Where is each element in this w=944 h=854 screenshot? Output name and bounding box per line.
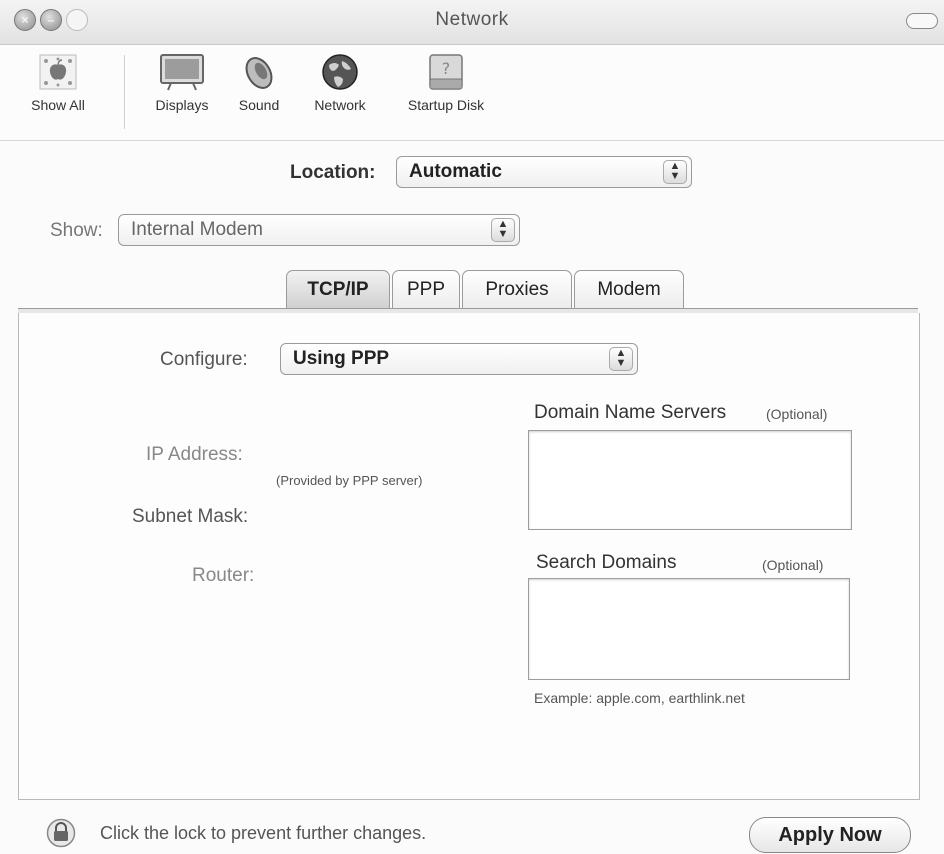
toolbar-show-all[interactable]: Show All (4, 53, 112, 113)
show-popup[interactable]: Internal Modem ▲ ▼ (118, 214, 520, 246)
toolbar-separator (124, 55, 125, 129)
globe-icon (320, 53, 360, 91)
speaker-icon (239, 53, 279, 91)
router-label: Router: (192, 565, 255, 586)
tab-ppp[interactable]: PPP (392, 270, 460, 309)
location-value: Automatic (409, 161, 502, 182)
search-domains-example: Example: apple.com, earthlink.net (534, 690, 745, 706)
configure-label: Configure: (160, 349, 248, 370)
provided-by-ppp-note: (Provided by PPP server) (276, 473, 423, 488)
apply-now-button[interactable]: Apply Now (749, 817, 911, 853)
toolbar-displays[interactable]: Displays (140, 53, 224, 113)
toolbar-label: Network (314, 97, 366, 113)
chevron-updown-icon: ▲ ▼ (663, 160, 687, 184)
display-icon (157, 53, 207, 91)
toolbar-label: Sound (238, 97, 280, 113)
show-value: Internal Modem (131, 219, 264, 240)
chevron-updown-icon: ▲ ▼ (491, 218, 515, 242)
search-domains-field[interactable] (528, 578, 850, 680)
search-domains-label: Search Domains (536, 552, 677, 573)
toolbar-label: Startup Disk (407, 97, 485, 113)
title-bar: × – Network (0, 0, 944, 45)
dns-label: Domain Name Servers (534, 402, 727, 423)
location-label: Location: (290, 162, 376, 183)
dns-servers-field[interactable] (528, 430, 852, 530)
tab-tcpip[interactable]: TCP/IP (286, 270, 390, 309)
lock-icon (46, 818, 76, 848)
apple-grid-icon (38, 53, 78, 91)
toolbar-label: Displays (155, 97, 209, 113)
toolbar-toggle-button[interactable] (906, 13, 938, 29)
toolbar-startup-disk[interactable]: ? Startup Disk (388, 53, 504, 113)
ip-address-label: IP Address: (146, 444, 243, 465)
dns-optional: (Optional) (766, 406, 828, 422)
window-title: Network (435, 9, 509, 30)
show-label: Show: (50, 220, 103, 241)
disk-icon: ? (424, 53, 468, 91)
configure-value: Using PPP (293, 348, 390, 369)
toolbar-network[interactable]: Network (298, 53, 382, 113)
subnet-mask-label: Subnet Mask: (132, 506, 249, 527)
network-preferences-window: × – Network Show All Displays Sound Netw… (0, 0, 944, 854)
tab-modem[interactable]: Modem (574, 270, 684, 309)
chevron-updown-icon: ▲ ▼ (609, 347, 633, 371)
search-domains-optional: (Optional) (762, 557, 824, 573)
location-popup[interactable]: Automatic ▲ ▼ (396, 156, 692, 188)
toolbar-sound[interactable]: Sound (226, 53, 292, 113)
lock-status-text: Click the lock to prevent further change… (100, 823, 427, 843)
toolbar: Show All Displays Sound Network ? Startu… (0, 45, 944, 141)
toolbar-label: Show All (31, 97, 85, 113)
tab-proxies[interactable]: Proxies (462, 270, 572, 309)
lock-button[interactable] (46, 818, 76, 848)
configure-popup[interactable]: Using PPP ▲ ▼ (280, 343, 638, 375)
svg-text:?: ? (442, 59, 451, 78)
